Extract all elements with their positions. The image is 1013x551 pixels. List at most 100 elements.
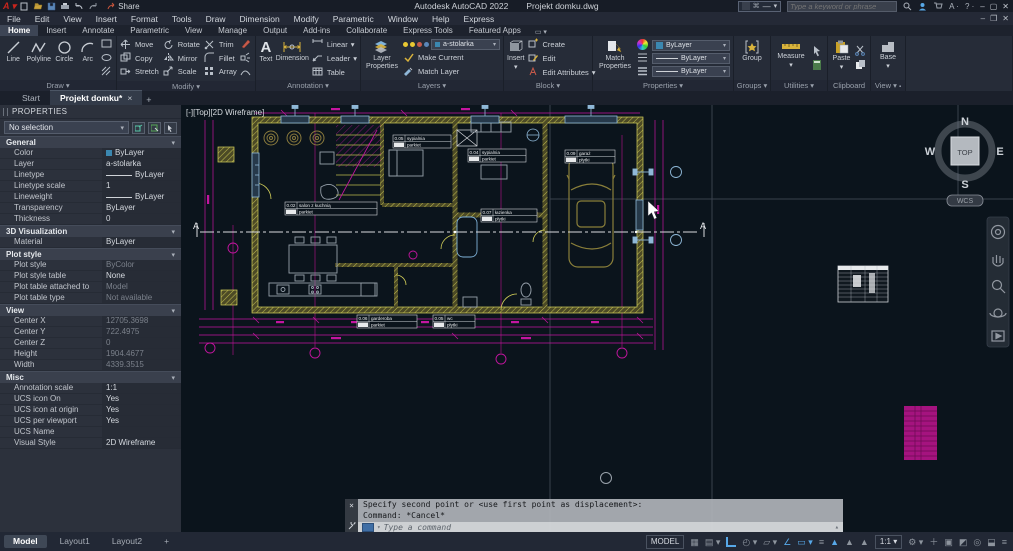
model-space-toggle[interactable]: MODEL <box>646 535 684 549</box>
menu-item[interactable]: Format <box>124 14 165 24</box>
linetype-list-icon[interactable] <box>637 52 649 64</box>
table-button[interactable]: Table <box>312 66 357 78</box>
layout1-tab[interactable]: Layout1 <box>51 535 99 548</box>
property-row[interactable]: Thickness 0 <box>0 214 181 225</box>
erase-icon[interactable] <box>240 38 252 50</box>
make-current-button[interactable]: Make Current <box>403 52 500 64</box>
section-header[interactable]: Misc▾ <box>0 371 181 383</box>
undo-icon[interactable] <box>74 2 84 11</box>
edit-attributes-button[interactable]: Edit Attributes ▾ <box>528 66 596 78</box>
save-icon[interactable] <box>47 2 56 11</box>
autocad-logo-icon[interactable]: A ▾ <box>3 1 16 12</box>
ellipse-tool-icon[interactable] <box>101 52 113 64</box>
panel-block-label[interactable]: Block ▾ <box>504 80 592 91</box>
palette-header[interactable]: PROPERTIES <box>0 105 181 119</box>
property-row[interactable]: Color ByLayer <box>0 148 181 159</box>
doc-restore-button[interactable]: ❐ <box>990 14 997 23</box>
layer-dropdown[interactable]: a-stolarka▾ <box>431 39 500 50</box>
trim-button[interactable]: Trim <box>204 38 237 52</box>
command-scroll-icon[interactable]: ▴ <box>835 523 839 531</box>
menu-item[interactable]: Help <box>425 14 456 24</box>
property-row[interactable]: Plot table attached toModel <box>0 282 181 293</box>
layer-color-icon[interactable] <box>424 42 429 47</box>
tab-current-drawing[interactable]: Projekt domku*× <box>50 90 142 105</box>
object-color-dropdown[interactable]: ByLayer▾ <box>652 40 730 51</box>
cut-icon[interactable] <box>855 45 867 57</box>
section-header[interactable]: 3D Visualization▾ <box>0 225 181 237</box>
array-button[interactable]: Array <box>204 65 237 79</box>
measure-button[interactable]: Measure ▾ <box>774 38 808 78</box>
autoscale-icon[interactable]: ▲ <box>860 536 869 548</box>
polyline-button[interactable]: Polyline <box>27 38 52 78</box>
quick-select-palette-icon[interactable] <box>164 122 177 134</box>
match-layer-button[interactable]: Match Layer <box>403 66 500 78</box>
dimension-button[interactable]: Dimension <box>276 38 309 78</box>
menu-item[interactable]: Draw <box>199 14 233 24</box>
graphics-performance-icon[interactable]: ◩ <box>959 536 968 548</box>
layer-properties-button[interactable]: Layer Properties <box>364 38 400 78</box>
panel-annotation-label[interactable]: Annotation ▾ <box>256 80 360 91</box>
ribbon-tab[interactable]: Featured Apps <box>461 25 529 36</box>
drawing-canvas[interactable]: [-][Top][2D Wireframe] <box>181 105 1013 532</box>
property-row[interactable]: Plot style tableNone <box>0 271 181 282</box>
search-input[interactable] <box>790 2 894 10</box>
command-customize-icon[interactable] <box>348 522 356 530</box>
menu-item[interactable]: Dimension <box>233 14 287 24</box>
isolate-objects-icon[interactable]: ◎ <box>973 536 981 548</box>
ribbon-options-icon[interactable]: ▭ ▾ <box>535 28 547 36</box>
help-icon[interactable]: ? · <box>965 2 974 11</box>
property-row[interactable]: UCS icon OnYes <box>0 394 181 405</box>
new-file-icon[interactable] <box>20 2 29 11</box>
property-row[interactable]: Annotation scale1:1 <box>0 383 181 394</box>
doc-minimize-button[interactable]: – <box>981 14 985 23</box>
autodesk-a-icon[interactable]: A · <box>949 2 959 11</box>
ribbon-tab[interactable]: Manage <box>210 25 255 36</box>
new-drawing-tab-button[interactable]: + <box>146 95 151 105</box>
lineweight-dropdown[interactable]: ByLayer▾ <box>652 66 730 77</box>
move-button[interactable]: Move <box>120 38 159 52</box>
insert-button[interactable]: Insert ▾ <box>507 38 525 78</box>
menu-item[interactable]: View <box>56 14 88 24</box>
quick-select-icon[interactable] <box>812 45 824 57</box>
explode-icon[interactable] <box>240 52 252 64</box>
menu-item[interactable]: Edit <box>28 14 57 24</box>
ortho-icon[interactable] <box>726 537 736 547</box>
layer-state-icon[interactable] <box>403 42 408 47</box>
annotation-visibility-icon[interactable]: ▲ <box>845 536 854 548</box>
menu-item[interactable]: Modify <box>287 14 326 24</box>
menu-item[interactable]: Insert <box>89 14 124 24</box>
clean-screen-icon[interactable]: ⬓ <box>987 536 996 548</box>
scale-button[interactable]: Scale <box>163 65 200 79</box>
property-row[interactable]: UCS icon at originYes <box>0 405 181 416</box>
menu-item[interactable]: Tools <box>165 14 199 24</box>
panel-layers-label[interactable]: Layers ▾ <box>361 80 503 91</box>
ribbon-tab[interactable]: Collaborate <box>338 25 395 36</box>
signin-user-icon[interactable] <box>918 2 927 11</box>
leader-button[interactable]: Leader ▾ <box>312 52 357 64</box>
panel-utilities-label[interactable]: Utilities ▾ <box>771 80 827 91</box>
stretch-button[interactable]: Stretch <box>120 65 159 79</box>
annotation-monitor-icon[interactable]: ＋ <box>929 536 938 548</box>
plot-icon[interactable] <box>60 2 70 11</box>
panel-view-label[interactable]: View ▾ ▪ <box>871 80 905 91</box>
lineweight-display-icon[interactable]: ≡ <box>819 536 824 548</box>
units-icon[interactable]: ▣ <box>944 536 953 548</box>
new-layout-button[interactable]: + <box>155 535 178 548</box>
minimize-button[interactable]: – <box>980 2 984 11</box>
property-row[interactable]: Height1904.4677 <box>0 349 181 360</box>
linetype-dropdown[interactable]: ByLayer▾ <box>652 53 730 64</box>
ribbon-tab[interactable]: Express Tools <box>395 25 461 36</box>
customization-menu-icon[interactable]: ≡ <box>1002 536 1007 548</box>
command-input-row[interactable]: ▾ Type a command ▴ <box>358 522 843 532</box>
grid-icon[interactable]: ▦ <box>690 536 699 548</box>
palette-grip[interactable] <box>3 108 8 116</box>
mirror-button[interactable]: Mirror <box>163 52 200 66</box>
base-button[interactable]: Base ▾ <box>874 38 902 78</box>
annotation-scale-button[interactable]: 1:1 ▾ <box>875 535 902 549</box>
quick-calc-icon[interactable] <box>812 59 824 71</box>
linear-dimension-button[interactable]: Linear ▾ <box>312 38 357 50</box>
property-row[interactable]: MaterialByLayer <box>0 237 181 248</box>
selection-dropdown[interactable]: No selection▾ <box>4 121 129 134</box>
ribbon-tab[interactable]: Annotate <box>74 25 122 36</box>
property-row[interactable]: Lineweight ByLayer <box>0 192 181 203</box>
